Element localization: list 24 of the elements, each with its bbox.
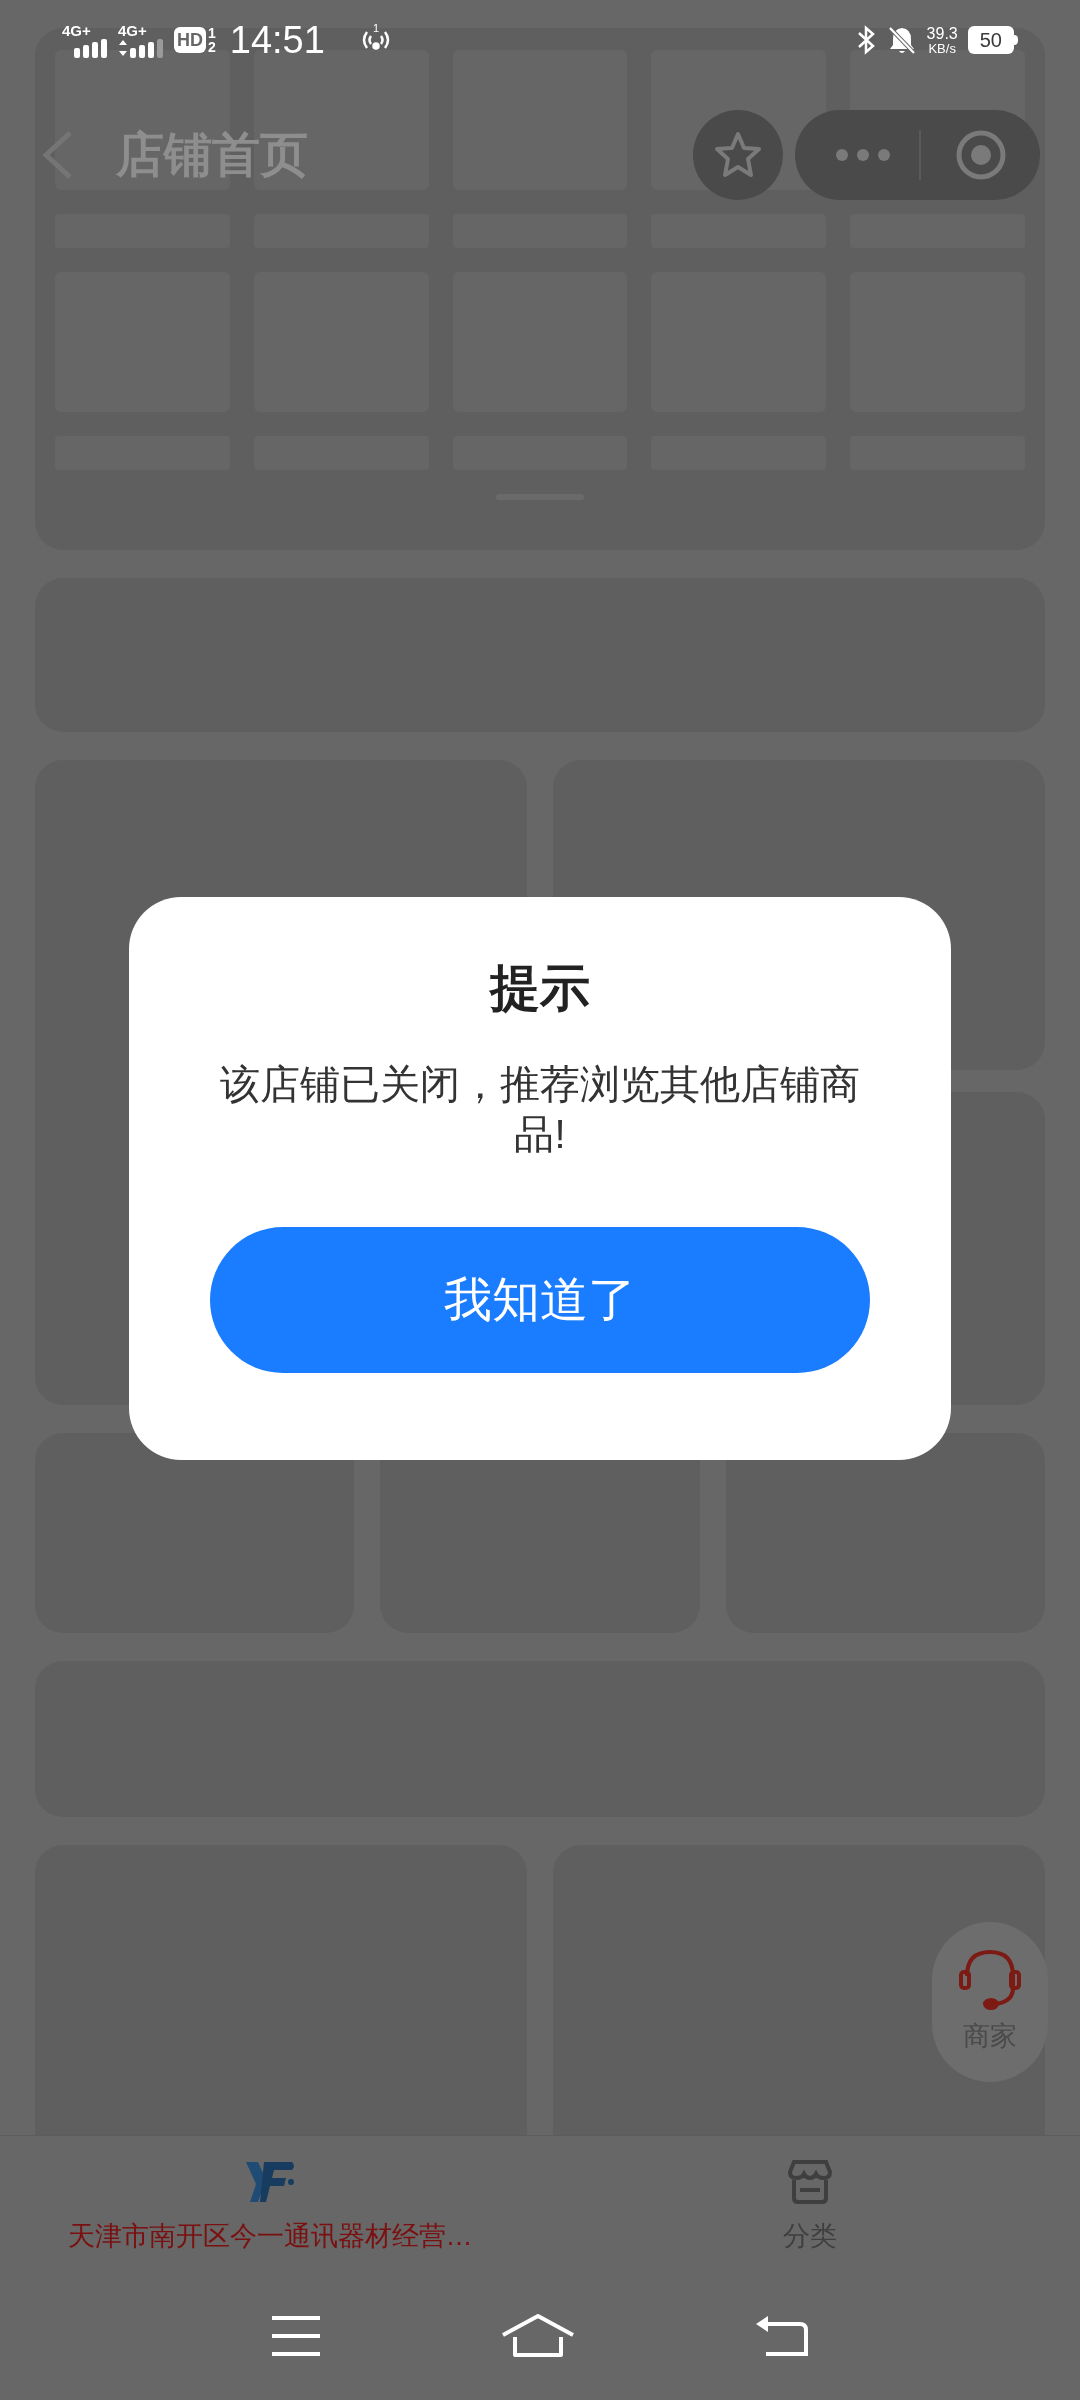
network-speed: 39.3 — [926, 25, 958, 42]
clock-time: 14:51 — [229, 17, 325, 63]
sim-index: 2 — [208, 40, 216, 54]
store-icon — [786, 2158, 834, 2206]
star-icon — [713, 131, 763, 179]
hd-badge: HD — [174, 27, 206, 53]
dialog-message: 该店铺已关闭，推荐浏览其他店铺商品! — [219, 1061, 861, 1158]
home-icon[interactable] — [501, 2312, 575, 2359]
menu-icon[interactable] — [269, 2314, 322, 2357]
bluetooth-icon — [856, 25, 877, 55]
network-type: 4G+ — [62, 22, 91, 38]
dialog-title: 提示 — [490, 963, 590, 1013]
signal-icon — [118, 37, 164, 58]
back-icon[interactable] — [754, 2313, 811, 2358]
more-icon[interactable] — [835, 148, 891, 162]
hotspot-count: 1 — [372, 21, 379, 36]
sim-index: 1 — [208, 26, 216, 40]
speed-unit: KB/s — [928, 41, 956, 55]
headset-icon — [957, 1947, 1023, 2010]
muted-bell-icon — [886, 25, 917, 55]
network-type: 4G+ — [118, 22, 147, 38]
tab-item[interactable]: 天津市南开区今一通讯器材经营… — [0, 2136, 540, 2272]
confirm-button[interactable]: 我知道了 — [210, 1227, 870, 1373]
battery-level: 50 — [967, 26, 1014, 54]
